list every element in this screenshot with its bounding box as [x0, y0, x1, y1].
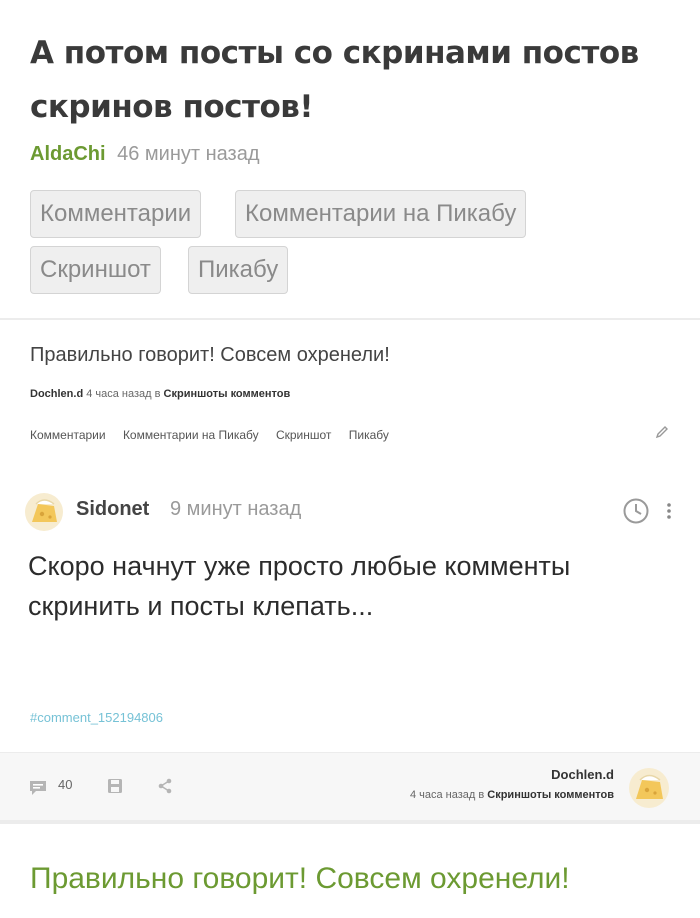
avatar — [25, 493, 63, 531]
actions-meta-community: Скриншоты комментов — [487, 789, 614, 801]
tag-pikabu[interactable]: Пикабу — [188, 246, 289, 294]
screenshot-meta-time: 4 часа назад в — [86, 388, 161, 400]
comment-text: Скоро начнут уже просто любые комменты с… — [28, 551, 571, 621]
clock-icon — [623, 498, 649, 524]
comment-time: 9 минут назад — [170, 498, 302, 520]
actions-meta-time: 4 часа назад в — [409, 789, 485, 801]
comment-count: 40 — [58, 777, 73, 792]
more-icon — [667, 503, 671, 519]
screenshot-title: Правильно говорит! Совсем охренели! — [30, 344, 390, 366]
screenshot-tag: Пикабу — [348, 428, 389, 442]
next-post-title[interactable]: Правильно говорит! Совсем охренели! — [30, 862, 570, 896]
screenshot-tag: Комментарии на Пикабу — [122, 428, 259, 442]
post-title[interactable]: А потом посты со скринами постов скринов… — [30, 26, 670, 134]
post-header: А потом посты со скринами постов скринов… — [0, 0, 700, 318]
divider — [0, 820, 700, 824]
screenshot-tag: Скриншот — [275, 428, 332, 442]
actions-meta: 4 часа назад в Скриншоты комментов — [410, 789, 614, 801]
screenshot-meta-community: Скриншоты комментов — [163, 388, 291, 400]
actions-bar: 40 Dochlen.d 4 часа назад в Скриншоты ко… — [0, 752, 700, 822]
tag-comments-pikabu[interactable]: Комментарии на Пикабу — [235, 190, 527, 238]
comment-header: Sidonet 9 минут назад — [24, 492, 684, 532]
share-icon — [158, 778, 172, 794]
screenshot-tags: Комментарии Комментарии на Пикабу Скринш… — [30, 428, 403, 442]
post-author[interactable]: AldaChi — [30, 143, 106, 165]
embedded-screenshot: Правильно говорит! Совсем охренели! Doch… — [0, 320, 700, 822]
screenshot-meta-author: Dochlen.d — [30, 388, 84, 400]
comment-author: Sidonet — [76, 498, 150, 520]
actions-author: Dochlen.d — [551, 767, 614, 782]
screenshot-tag: Комментарии — [30, 428, 106, 442]
tag-screenshot[interactable]: Скриншот — [30, 246, 161, 294]
post-time: 46 минут назад — [117, 143, 260, 165]
comment-anchor: #comment_152194806 — [30, 710, 163, 725]
avatar — [629, 768, 669, 808]
comment-icon — [30, 781, 46, 795]
screenshot-meta: Dochlen.d 4 часа назад в Скриншоты комме… — [30, 388, 290, 400]
tag-comments[interactable]: Комментарии — [30, 190, 202, 238]
pencil-icon — [655, 426, 668, 439]
post-meta: AldaChi 46 минут назад — [30, 141, 260, 167]
save-icon — [108, 779, 122, 793]
